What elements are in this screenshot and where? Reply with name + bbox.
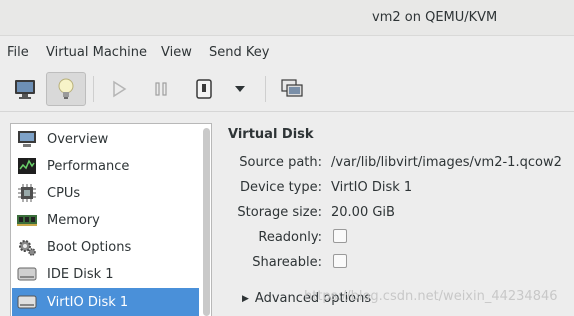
console-monitor-icon[interactable] (5, 72, 45, 106)
device-type-label: Device type: (239, 180, 322, 195)
performance-graph-icon (16, 156, 38, 176)
details-lightbulb-icon[interactable] (46, 72, 86, 106)
sidebar-item-label: Overview (47, 131, 109, 147)
sidebar-item-label: Performance (47, 158, 130, 174)
window-title: vm2 on QEMU/KVM (372, 10, 498, 25)
hardware-list: Overview Performance CPUs Memory Boot Op… (10, 123, 212, 316)
sidebar-item-overview[interactable]: Overview (12, 126, 199, 152)
menu-virtual-machine[interactable]: Virtual Machine (46, 45, 147, 60)
toolbar-separator (93, 76, 94, 102)
menu-send-key[interactable]: Send Key (209, 45, 269, 60)
details-panel: Virtual Disk Source path: /var/lib/libvi… (226, 126, 574, 316)
shutdown-icon[interactable] (184, 72, 224, 106)
disk-icon (16, 264, 38, 284)
sidebar-item-label: VirtIO Disk 1 (47, 294, 129, 310)
toolbar (0, 68, 574, 112)
section-heading: Virtual Disk (228, 127, 314, 142)
menu-file[interactable]: File (7, 45, 29, 60)
sidebar-item-ide-disk-1[interactable]: IDE Disk 1 (12, 261, 199, 287)
shareable-label: Shareable: (252, 255, 322, 270)
sidebar-item-label: Memory (47, 212, 100, 228)
sidebar-item-boot-options[interactable]: Boot Options (12, 234, 199, 260)
source-path-value: /var/lib/libvirt/images/vm2-1.qcow2 (331, 155, 562, 170)
readonly-checkbox[interactable] (333, 229, 347, 243)
overview-monitor-icon (16, 129, 38, 149)
shareable-checkbox[interactable] (333, 254, 347, 268)
sidebar-item-label: CPUs (47, 185, 81, 201)
storage-size-value: 20.00 GiB (331, 205, 395, 220)
readonly-label: Readonly: (258, 230, 322, 245)
run-icon[interactable] (99, 72, 139, 106)
dropdown-arrow-icon[interactable] (222, 72, 258, 106)
sidebar-item-virtio-disk-1[interactable]: VirtIO Disk 1 (12, 288, 199, 316)
memory-module-icon (16, 210, 38, 230)
sidebar-item-performance[interactable]: Performance (12, 153, 199, 179)
sidebar-item-label: IDE Disk 1 (47, 266, 114, 282)
watermark: https://blog.csdn.net/weixin_44234846 (304, 289, 558, 304)
toolbar-separator (265, 76, 266, 102)
gear-icon (16, 237, 38, 257)
expander-arrow-icon: ▶ (242, 293, 249, 304)
cpu-chip-icon (16, 183, 38, 203)
disk-icon (16, 292, 38, 312)
title-bar: vm2 on QEMU/KVM (0, 0, 574, 36)
storage-size-label: Storage size: (237, 205, 322, 220)
sidebar-item-label: Boot Options (47, 239, 132, 255)
menu-view[interactable]: View (161, 45, 192, 60)
menu-bar: File Virtual Machine View Send Key (0, 40, 574, 66)
sidebar-item-memory[interactable]: Memory (12, 207, 199, 233)
snapshots-icon[interactable] (272, 72, 312, 106)
sidebar-scrollbar[interactable] (203, 128, 210, 316)
pause-icon[interactable] (141, 72, 181, 106)
sidebar-item-cpus[interactable]: CPUs (12, 180, 199, 206)
device-type-value: VirtIO Disk 1 (331, 180, 413, 195)
source-path-label: Source path: (239, 155, 322, 170)
